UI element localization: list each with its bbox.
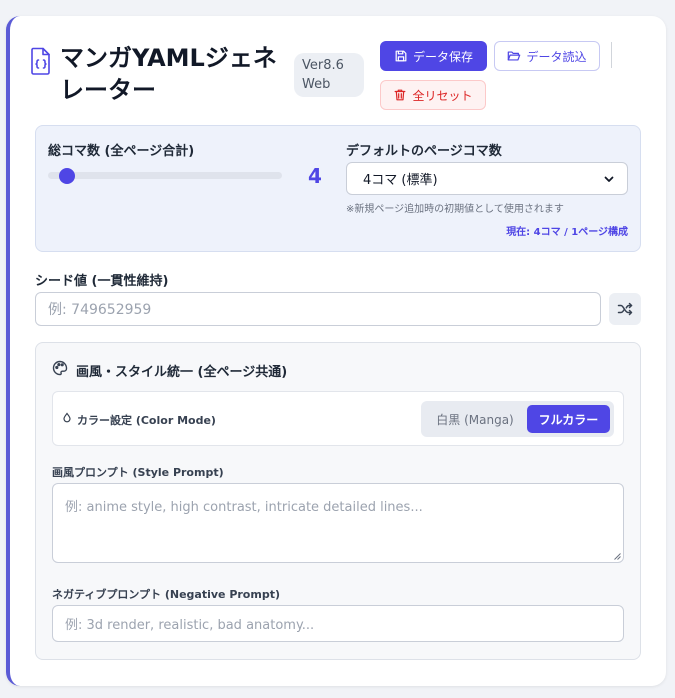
negative-prompt-label: ネガティブプロンプト (Negative Prompt) [52, 588, 280, 601]
toolbar-divider [611, 42, 612, 68]
color-mode-mono-option[interactable]: 白黒 (Manga) [428, 405, 522, 433]
shuffle-icon [617, 302, 633, 316]
negative-prompt-placeholder: 例: 3d render, realistic, bad anatomy... [65, 618, 315, 633]
version-badge: Ver8.6 Web [294, 53, 364, 97]
style-prompt-textarea[interactable]: 例: anime style, high contrast, intricate… [52, 483, 624, 563]
seed-placeholder: 例: 749652959 [48, 302, 152, 318]
file-code-icon [31, 47, 50, 75]
page-title: マンガYAMLジェネレーター [60, 44, 277, 104]
slider-thumb[interactable] [58, 168, 75, 184]
total-frames-value: 4 [308, 164, 322, 188]
random-seed-button[interactable] [609, 293, 641, 325]
default-frames-label: デフォルトのページコマ数 [346, 144, 502, 159]
frame-status-text: 現在: 4コマ / 1ページ構成 [506, 227, 628, 238]
palette-icon [52, 360, 68, 376]
style-section-title: 画風・スタイル統一 (全ページ共通) [76, 365, 288, 380]
reset-all-label: 全リセット [412, 88, 473, 103]
default-frames-select[interactable]: 4コマ (標準) [346, 162, 628, 195]
folder-open-icon [508, 51, 521, 61]
default-frames-value: 4コマ (標準) [363, 173, 438, 188]
droplet-icon [63, 412, 71, 423]
save-data-button[interactable]: データ保存 [380, 41, 487, 71]
save-data-label: データ保存 [412, 49, 473, 64]
color-mode-label: カラー設定 (Color Mode) [77, 414, 216, 427]
total-frames-label: 総コマ数 (全ページ合計) [48, 144, 195, 159]
total-frames-slider[interactable] [48, 172, 282, 179]
seed-input[interactable]: 例: 749652959 [35, 292, 601, 326]
resize-handle-icon[interactable] [613, 552, 621, 560]
chevron-down-icon [604, 176, 614, 182]
default-frames-hint: ※新規ページ追加時の初期値として使用されます [346, 204, 564, 215]
style-prompt-placeholder: 例: anime style, high contrast, intricate… [65, 500, 423, 515]
color-mode-full-option[interactable]: フルカラー [527, 405, 610, 433]
save-icon [395, 50, 407, 62]
load-data-label: データ読込 [526, 49, 587, 64]
reset-all-button[interactable]: 全リセット [380, 80, 486, 110]
load-data-button[interactable]: データ読込 [494, 41, 600, 71]
style-prompt-label: 画風プロンプト (Style Prompt) [52, 466, 224, 479]
seed-label: シード値 (一貫性維持) [35, 274, 169, 289]
negative-prompt-input[interactable]: 例: 3d render, realistic, bad anatomy... [52, 605, 624, 642]
trash-icon [395, 89, 406, 101]
